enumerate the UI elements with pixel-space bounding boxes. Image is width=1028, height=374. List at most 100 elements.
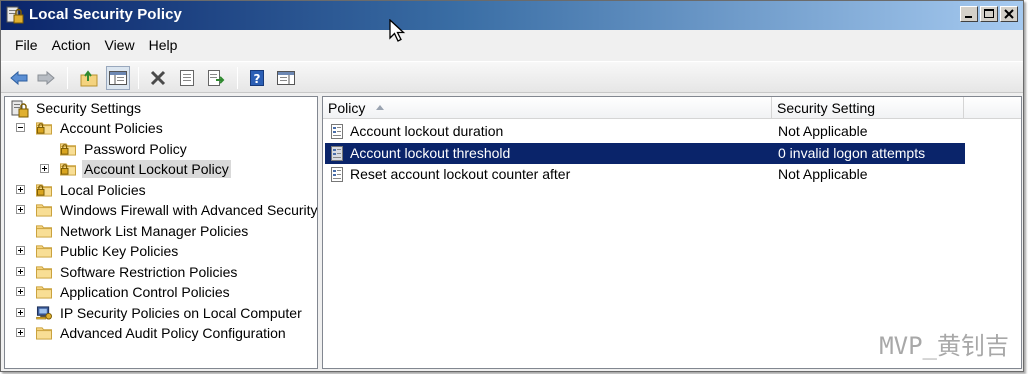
local-security-policy-window: Local Security Policy File Action View H… <box>0 0 1024 372</box>
policy-setting-icon <box>331 145 343 161</box>
folder-lock-icon <box>36 122 52 135</box>
tree-item-label: Password Policy <box>84 140 187 157</box>
policy-setting-icon <box>331 124 343 139</box>
column-policy-label: Policy <box>328 100 366 116</box>
properties-icon <box>180 70 194 86</box>
folder-lock-icon <box>36 183 52 197</box>
folder-lock-icon <box>60 142 76 156</box>
tree-item[interactable]: IP Security Policies on Local Computer <box>5 303 315 323</box>
tree-item[interactable]: Network List Manager Policies <box>5 221 315 241</box>
maximize-button[interactable] <box>980 6 998 22</box>
tree-item-label: Account Lockout Policy <box>82 160 231 178</box>
column-header-security-setting[interactable]: Security Setting <box>772 97 964 119</box>
tree-root-label: Security Settings <box>36 100 142 116</box>
minimize-icon <box>965 16 972 18</box>
folder-icon <box>36 204 52 217</box>
policy-name-cell: Account lockout threshold <box>350 144 511 161</box>
tree-item[interactable]: Windows Firewall with Advanced Security <box>5 200 318 220</box>
tree-item[interactable]: Advanced Audit Policy Configuration <box>5 323 315 343</box>
ip-security-icon <box>36 305 52 320</box>
help-icon: ? <box>250 70 264 86</box>
menu-help[interactable]: Help <box>142 35 185 55</box>
list-row[interactable]: Account lockout duration Not Applicable <box>325 121 965 142</box>
show-hide-action-pane-button[interactable] <box>274 66 298 90</box>
close-button[interactable] <box>1000 6 1018 22</box>
expand-icon[interactable] <box>16 328 25 337</box>
back-icon <box>10 70 28 86</box>
tree-item[interactable]: Software Restriction Policies <box>5 262 315 282</box>
policy-name-cell: Account lockout duration <box>350 123 504 139</box>
up-one-level-icon <box>80 70 98 87</box>
watermark: MVP_黄钊吉 <box>879 332 1009 360</box>
tree-item[interactable]: Account Policies <box>5 118 315 138</box>
tree-item-label: Windows Firewall with Advanced Security <box>60 202 318 218</box>
list-row[interactable]: Reset account lockout counter after Not A… <box>325 164 965 185</box>
expand-icon[interactable] <box>16 266 25 276</box>
tree-item-label: Local Policies <box>60 181 146 198</box>
security-policy-app-icon <box>6 6 24 24</box>
tree-item-label: Account Policies <box>60 120 163 136</box>
title-bar[interactable]: Local Security Policy <box>1 1 1023 30</box>
policy-setting-icon <box>331 167 343 182</box>
expand-icon[interactable] <box>16 184 25 194</box>
delete-button[interactable] <box>146 66 170 90</box>
show-hide-console-tree-button[interactable] <box>106 66 130 90</box>
tree-item-label: Software Restriction Policies <box>60 263 238 280</box>
list-row[interactable]: Account lockout threshold 0 invalid logon… <box>325 142 965 164</box>
expand-icon[interactable] <box>16 246 25 255</box>
list-header: Policy Security Setting <box>323 97 1021 119</box>
menu-file[interactable]: File <box>8 35 45 55</box>
window-title: Local Security Policy <box>29 6 182 23</box>
tree-item[interactable]: Password Policy <box>5 139 315 159</box>
tree-item-label: Advanced Audit Policy Configuration <box>60 325 286 341</box>
column-header-policy[interactable]: Policy <box>323 97 772 119</box>
tree-item-label: Public Key Policies <box>60 243 179 259</box>
menu-bar: File Action View Help <box>1 31 1023 59</box>
expand-icon[interactable] <box>16 307 25 317</box>
tree-item[interactable]: Account Lockout Policy <box>5 159 315 179</box>
up-one-level-button[interactable] <box>77 66 101 90</box>
expand-icon[interactable] <box>16 205 25 214</box>
toolbar: ? <box>1 61 1023 93</box>
show-hide-tree-icon <box>109 71 127 85</box>
security-setting-cell: Not Applicable <box>778 123 868 139</box>
expand-icon[interactable] <box>16 287 25 296</box>
column-security-setting-label: Security Setting <box>777 100 876 116</box>
tree-item-label: IP Security Policies on Local Computer <box>60 304 302 321</box>
help-button[interactable]: ? <box>245 66 269 90</box>
security-settings-icon <box>11 100 29 118</box>
svg-text:?: ? <box>254 72 261 86</box>
tree-item[interactable]: Application Control Policies <box>5 282 315 302</box>
security-setting-cell: Not Applicable <box>778 166 868 182</box>
tree-item-label: Network List Manager Policies <box>60 222 249 239</box>
tree-item-label: Application Control Policies <box>60 284 230 300</box>
folder-icon <box>36 245 52 258</box>
expand-icon[interactable] <box>40 164 49 173</box>
tree-item[interactable]: Public Key Policies <box>5 241 315 261</box>
export-list-icon <box>208 70 225 86</box>
folder-lock-icon <box>60 163 76 176</box>
menu-action[interactable]: Action <box>45 35 98 55</box>
maximize-icon <box>984 9 994 18</box>
folder-icon <box>36 265 52 279</box>
export-list-button[interactable] <box>204 66 228 90</box>
forward-button[interactable] <box>34 66 58 90</box>
folder-icon <box>36 327 52 340</box>
policy-name-cell: Reset account lockout counter after <box>350 166 571 182</box>
tree-root[interactable]: Security Settings <box>5 98 315 118</box>
properties-button[interactable] <box>175 66 199 90</box>
menu-view[interactable]: View <box>97 35 141 55</box>
show-hide-action-pane-icon <box>277 71 295 85</box>
tree-item[interactable]: Local Policies <box>5 180 315 200</box>
console-tree-pane[interactable]: Security Settings Account Policies Passwo… <box>4 96 318 369</box>
close-icon <box>1004 9 1014 19</box>
forward-icon <box>37 70 55 86</box>
back-button[interactable] <box>7 66 31 90</box>
mouse-cursor-icon <box>389 19 406 42</box>
folder-icon <box>36 224 52 238</box>
security-setting-cell: 0 invalid logon attempts <box>778 144 926 161</box>
folder-icon <box>36 286 52 299</box>
minimize-button[interactable] <box>960 6 978 22</box>
delete-icon <box>150 70 166 86</box>
collapse-icon[interactable] <box>16 123 25 132</box>
